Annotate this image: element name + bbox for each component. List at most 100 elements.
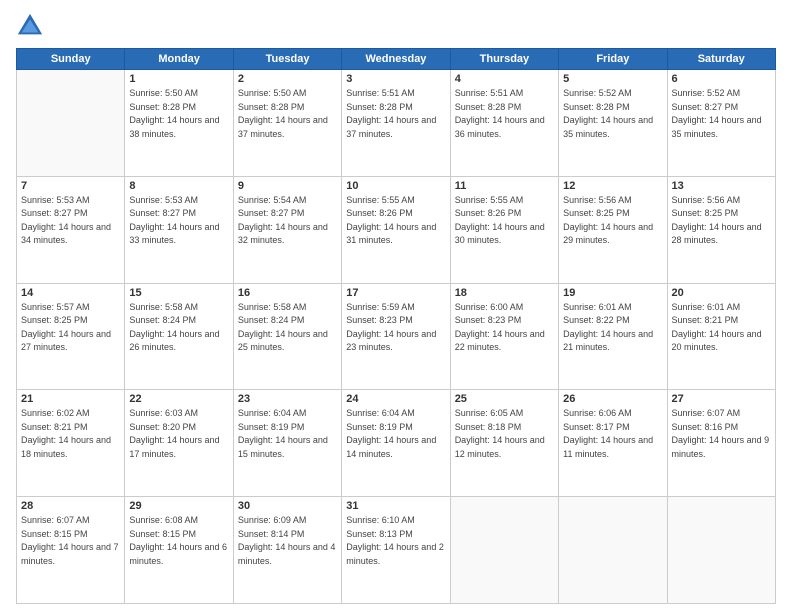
day-info: Sunrise: 6:07 AMSunset: 8:15 PMDaylight:… [21, 514, 120, 568]
daylight-text: Daylight: 14 hours and 32 minutes. [238, 221, 337, 248]
day-info: Sunrise: 6:00 AMSunset: 8:23 PMDaylight:… [455, 301, 554, 355]
calendar-cell: 9Sunrise: 5:54 AMSunset: 8:27 PMDaylight… [233, 176, 341, 283]
daylight-text: Daylight: 14 hours and 23 minutes. [346, 328, 445, 355]
daylight-text: Daylight: 14 hours and 27 minutes. [21, 328, 120, 355]
sunset-text: Sunset: 8:24 PM [129, 314, 228, 328]
sunset-text: Sunset: 8:26 PM [455, 207, 554, 221]
day-info: Sunrise: 6:04 AMSunset: 8:19 PMDaylight:… [238, 407, 337, 461]
daylight-text: Daylight: 14 hours and 11 minutes. [563, 434, 662, 461]
calendar-cell [450, 497, 558, 604]
day-info: Sunrise: 6:03 AMSunset: 8:20 PMDaylight:… [129, 407, 228, 461]
daylight-text: Daylight: 14 hours and 35 minutes. [672, 114, 771, 141]
daylight-text: Daylight: 14 hours and 30 minutes. [455, 221, 554, 248]
sunrise-text: Sunrise: 6:01 AM [672, 301, 771, 315]
day-info: Sunrise: 6:08 AMSunset: 8:15 PMDaylight:… [129, 514, 228, 568]
sunset-text: Sunset: 8:28 PM [563, 101, 662, 115]
sunset-text: Sunset: 8:17 PM [563, 421, 662, 435]
sunset-text: Sunset: 8:16 PM [672, 421, 771, 435]
day-number: 29 [129, 500, 228, 512]
sunrise-text: Sunrise: 6:01 AM [563, 301, 662, 315]
calendar-week-row: 1Sunrise: 5:50 AMSunset: 8:28 PMDaylight… [17, 70, 776, 177]
daylight-text: Daylight: 14 hours and 15 minutes. [238, 434, 337, 461]
page: SundayMondayTuesdayWednesdayThursdayFrid… [0, 0, 792, 612]
sunrise-text: Sunrise: 5:52 AM [672, 87, 771, 101]
calendar-cell: 16Sunrise: 5:58 AMSunset: 8:24 PMDayligh… [233, 283, 341, 390]
sunset-text: Sunset: 8:19 PM [346, 421, 445, 435]
sunset-text: Sunset: 8:21 PM [21, 421, 120, 435]
daylight-text: Daylight: 14 hours and 26 minutes. [129, 328, 228, 355]
day-info: Sunrise: 5:51 AMSunset: 8:28 PMDaylight:… [346, 87, 445, 141]
day-info: Sunrise: 5:53 AMSunset: 8:27 PMDaylight:… [129, 194, 228, 248]
day-number: 25 [455, 393, 554, 405]
calendar-cell [17, 70, 125, 177]
day-header: Sunday [17, 49, 125, 70]
sunset-text: Sunset: 8:28 PM [129, 101, 228, 115]
calendar-week-row: 7Sunrise: 5:53 AMSunset: 8:27 PMDaylight… [17, 176, 776, 283]
daylight-text: Daylight: 14 hours and 4 minutes. [238, 541, 337, 568]
calendar-cell: 6 Sunrise: 5:52 AMSunset: 8:27 PMDaylight… [667, 70, 775, 177]
calendar-cell: 27Sunrise: 6:07 AMSunset: 8:16 PMDayligh… [667, 390, 775, 497]
day-number: 11 [455, 180, 554, 192]
day-header: Tuesday [233, 49, 341, 70]
day-number: 10 [346, 180, 445, 192]
calendar-cell: 20Sunrise: 6:01 AMSunset: 8:21 PMDayligh… [667, 283, 775, 390]
sunrise-text: Sunrise: 6:00 AM [455, 301, 554, 315]
sunset-text: Sunset: 8:15 PM [129, 528, 228, 542]
calendar-cell: 22Sunrise: 6:03 AMSunset: 8:20 PMDayligh… [125, 390, 233, 497]
day-number: 6 [672, 73, 771, 85]
day-info: Sunrise: 6:07 AMSunset: 8:16 PMDaylight:… [672, 407, 771, 461]
daylight-text: Daylight: 14 hours and 36 minutes. [455, 114, 554, 141]
calendar-cell: 2Sunrise: 5:50 AMSunset: 8:28 PMDaylight… [233, 70, 341, 177]
daylight-text: Daylight: 14 hours and 38 minutes. [129, 114, 228, 141]
sunset-text: Sunset: 8:14 PM [238, 528, 337, 542]
sunset-text: Sunset: 8:13 PM [346, 528, 445, 542]
daylight-text: Daylight: 14 hours and 21 minutes. [563, 328, 662, 355]
day-number: 5 [563, 73, 662, 85]
day-number: 21 [21, 393, 120, 405]
sunrise-text: Sunrise: 6:09 AM [238, 514, 337, 528]
sunrise-text: Sunrise: 5:51 AM [346, 87, 445, 101]
day-number: 26 [563, 393, 662, 405]
sunrise-text: Sunrise: 6:08 AM [129, 514, 228, 528]
sunrise-text: Sunrise: 5:53 AM [21, 194, 120, 208]
calendar-cell: 4Sunrise: 5:51 AMSunset: 8:28 PMDaylight… [450, 70, 558, 177]
daylight-text: Daylight: 14 hours and 20 minutes. [672, 328, 771, 355]
daylight-text: Daylight: 14 hours and 2 minutes. [346, 541, 445, 568]
daylight-text: Daylight: 14 hours and 34 minutes. [21, 221, 120, 248]
calendar-cell: 15Sunrise: 5:58 AMSunset: 8:24 PMDayligh… [125, 283, 233, 390]
sunset-text: Sunset: 8:19 PM [238, 421, 337, 435]
calendar-cell: 30Sunrise: 6:09 AMSunset: 8:14 PMDayligh… [233, 497, 341, 604]
sunrise-text: Sunrise: 5:51 AM [455, 87, 554, 101]
sunrise-text: Sunrise: 6:07 AM [21, 514, 120, 528]
sunrise-text: Sunrise: 6:05 AM [455, 407, 554, 421]
calendar-cell: 29 Sunrise: 6:08 AMSunset: 8:15 PMDayligh… [125, 497, 233, 604]
day-number: 17 [346, 287, 445, 299]
day-info: Sunrise: 6:02 AMSunset: 8:21 PMDaylight:… [21, 407, 120, 461]
calendar-cell: 10Sunrise: 5:55 AMSunset: 8:26 PMDayligh… [342, 176, 450, 283]
day-number: 23 [238, 393, 337, 405]
daylight-text: Daylight: 14 hours and 37 minutes. [346, 114, 445, 141]
day-info: Sunrise: 6:01 AMSunset: 8:21 PMDaylight:… [672, 301, 771, 355]
day-info: Sunrise: 6:04 AMSunset: 8:19 PMDaylight:… [346, 407, 445, 461]
daylight-text: Daylight: 14 hours and 35 minutes. [563, 114, 662, 141]
daylight-text: Daylight: 14 hours and 22 minutes. [455, 328, 554, 355]
sunrise-text: Sunrise: 5:54 AM [238, 194, 337, 208]
sunset-text: Sunset: 8:28 PM [346, 101, 445, 115]
sunset-text: Sunset: 8:23 PM [346, 314, 445, 328]
day-number: 1 [129, 73, 228, 85]
daylight-text: Daylight: 14 hours and 18 minutes. [21, 434, 120, 461]
day-info: Sunrise: 5:52 AMSunset: 8:27 PMDaylight:… [672, 87, 771, 141]
day-info: Sunrise: 5:59 AMSunset: 8:23 PMDaylight:… [346, 301, 445, 355]
header-row: SundayMondayTuesdayWednesdayThursdayFrid… [17, 49, 776, 70]
day-info: Sunrise: 6:01 AMSunset: 8:22 PMDaylight:… [563, 301, 662, 355]
sunrise-text: Sunrise: 5:52 AM [563, 87, 662, 101]
sunrise-text: Sunrise: 5:58 AM [238, 301, 337, 315]
sunrise-text: Sunrise: 5:55 AM [455, 194, 554, 208]
day-info: Sunrise: 6:09 AMSunset: 8:14 PMDaylight:… [238, 514, 337, 568]
calendar-cell: 11 Sunrise: 5:55 AMSunset: 8:26 PMDayligh… [450, 176, 558, 283]
day-info: Sunrise: 5:53 AMSunset: 8:27 PMDaylight:… [21, 194, 120, 248]
calendar-cell: 13Sunrise: 5:56 AMSunset: 8:25 PMDayligh… [667, 176, 775, 283]
calendar-week-row: 21 Sunrise: 6:02 AMSunset: 8:21 PMDayligh… [17, 390, 776, 497]
sunset-text: Sunset: 8:15 PM [21, 528, 120, 542]
sunrise-text: Sunrise: 5:56 AM [672, 194, 771, 208]
